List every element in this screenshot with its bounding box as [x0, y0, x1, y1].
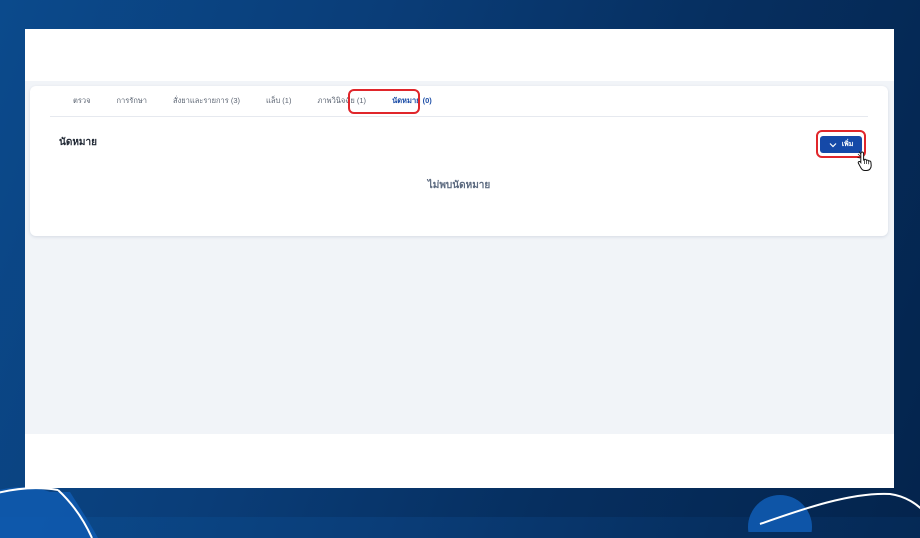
tab-bar: ตรวจ การรักษา สั่งยาและรายการ (3) แล็บ (…: [50, 86, 868, 117]
hand-pointer-icon: [857, 151, 872, 171]
empty-state-message: ไม่พบนัดหมาย: [427, 180, 491, 191]
app-window: ตรวจ การรักษา สั่งยาและรายการ (3) แล็บ (…: [25, 29, 894, 488]
tab-highlight-annotation: [348, 89, 420, 114]
tab-treatment[interactable]: การรักษา: [115, 95, 150, 107]
section-title: นัดหมาย: [59, 137, 97, 148]
tab-orders[interactable]: สั่งยาและรายการ (3): [171, 95, 242, 107]
top-bar: [25, 29, 894, 81]
decorative-wave-right: [748, 492, 920, 532]
appointment-card: ตรวจ การรักษา สั่งยาและรายการ (3) แล็บ (…: [30, 86, 888, 236]
tab-examination[interactable]: ตรวจ: [71, 95, 93, 107]
footer-bar: [25, 434, 894, 488]
tab-lab[interactable]: แล็บ (1): [264, 95, 293, 107]
